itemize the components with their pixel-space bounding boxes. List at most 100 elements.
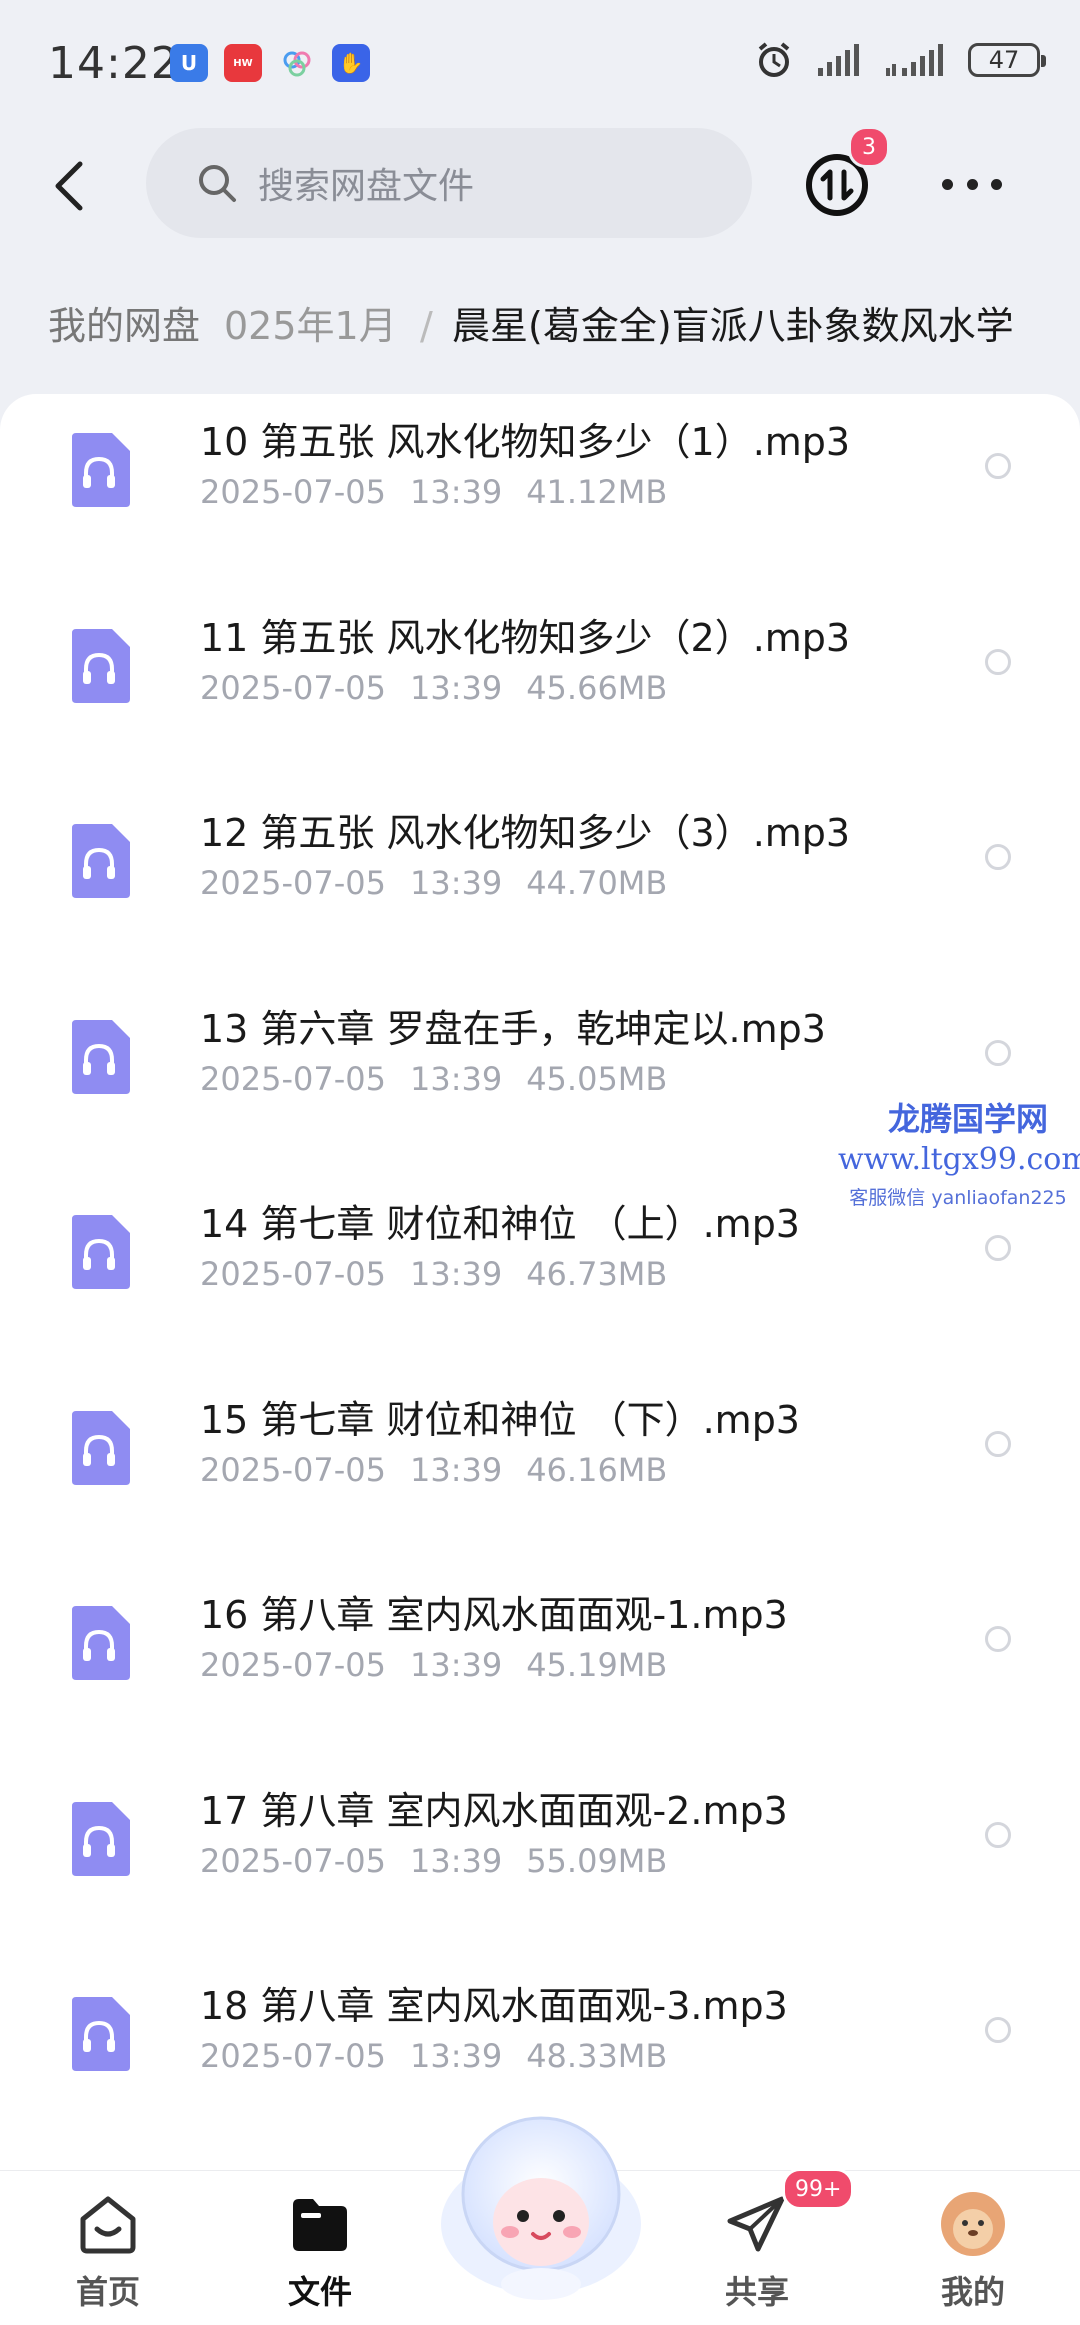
file-row[interactable]: 14 第七章 财位和神位 （上）.mp3 2025-07-05 13:39 46.73… — [0, 1131, 1080, 1326]
file-size: 55.09MB — [526, 1841, 668, 1880]
file-name: 10 第五张 风水化物知多少（1）.mp3 — [200, 420, 851, 464]
file-meta: 2025-07-05 13:39 45.66MB — [200, 669, 667, 707]
file-time: 13:39 — [409, 1059, 503, 1098]
hand-notification-icon: ✋ — [332, 44, 370, 82]
file-meta: 2025-07-05 13:39 46.16MB — [200, 1451, 667, 1489]
file-row[interactable]: 17 第八章 室内风水面面观-2.mp3 2025-07-05 13:39 55.09… — [0, 1718, 1080, 1913]
select-radio[interactable] — [985, 1821, 1011, 1848]
audio-file-icon — [72, 1410, 130, 1485]
file-size: 46.73MB — [526, 1255, 668, 1293]
header: 搜索网盘文件 3 — [0, 126, 1080, 246]
file-meta: 2025-07-05 13:39 45.05MB — [200, 1060, 667, 1098]
status-time: 14:22 — [48, 38, 180, 89]
file-time: 13:39 — [409, 1841, 503, 1880]
file-time: 13:39 — [409, 1255, 503, 1293]
home-icon — [80, 2196, 136, 2254]
more-options-icon[interactable] — [942, 172, 1002, 196]
audio-file-icon — [72, 1801, 130, 1876]
audio-file-icon — [72, 1215, 130, 1289]
audio-file-icon — [72, 628, 130, 703]
nav-files[interactable]: 文件 — [260, 2189, 380, 2313]
file-row[interactable]: 15 第七章 财位和神位 （下）.mp3 2025-07-05 13:39 46.16… — [0, 1327, 1080, 1522]
audio-file-icon — [72, 1019, 130, 1094]
search-placeholder: 搜索网盘文件 — [258, 166, 475, 207]
audio-file-icon — [72, 824, 130, 898]
file-size: 45.19MB — [526, 1646, 668, 1684]
audio-file-icon — [72, 1606, 130, 1680]
select-radio[interactable] — [985, 1626, 1011, 1652]
file-name: 15 第七章 财位和神位 （下）.mp3 — [200, 1397, 800, 1442]
file-row[interactable]: 12 第五张 风水化物知多少（3）.mp3 2025-07-05 13:39 44.7… — [0, 740, 1080, 935]
avatar — [941, 2192, 1005, 2256]
nav-home[interactable]: 首页 — [48, 2189, 168, 2313]
select-radio[interactable] — [985, 1235, 1011, 1261]
breadcrumb-current: 晨星(葛金全)盲派八卦象数风水学 — [452, 304, 1014, 348]
audio-file-icon — [72, 433, 130, 507]
file-meta: 2025-07-05 13:39 55.09MB — [200, 1842, 667, 1880]
select-radio[interactable] — [985, 1039, 1011, 1066]
file-size: 45.66MB — [526, 668, 668, 707]
file-row[interactable]: 11 第五张 风水化物知多少（2）.mp3 2025-07-05 13:39 45.6… — [0, 545, 1080, 740]
select-radio[interactable] — [985, 648, 1011, 675]
share-count-badge: 99+ — [782, 2168, 855, 2210]
breadcrumb-middle[interactable]: 025年1月 — [224, 296, 397, 356]
huawei-notification-icon: HW — [224, 44, 262, 82]
nav-mine[interactable]: 我的 — [913, 2189, 1033, 2313]
file-meta: 2025-07-05 13:39 46.73MB — [200, 1255, 667, 1293]
file-row[interactable]: 18 第八章 室内风水面面观-3.mp3 2025-07-05 13:39 48.33… — [0, 1913, 1080, 2108]
breadcrumb-separator: / — [420, 304, 433, 348]
file-name: 13 第六章 罗盘在手，乾坤定以.mp3 — [200, 1006, 826, 1051]
paper-plane-icon — [727, 2196, 785, 2252]
cloud-notification-icon — [278, 44, 316, 82]
back-arrow-icon[interactable] — [40, 154, 104, 218]
select-radio[interactable] — [985, 2017, 1011, 2043]
file-name: 17 第八章 室内风水面面观-2.mp3 — [200, 1788, 788, 1833]
file-date: 2025-07-05 — [200, 2037, 386, 2075]
nav-files-label: 文件 — [287, 2273, 352, 2311]
file-row[interactable]: 13 第六章 罗盘在手，乾坤定以.mp3 2025-07-05 13:39 45.05… — [0, 936, 1080, 1131]
file-date: 2025-07-05 — [200, 1059, 386, 1098]
search-icon — [199, 165, 236, 202]
file-meta: 2025-07-05 13:39 44.70MB — [200, 864, 667, 902]
file-list: 10 第五张 风水化物知多少（1）.mp3 2025-07-05 13:39 41.1… — [0, 394, 1080, 2170]
file-date: 2025-07-05 — [200, 1841, 386, 1880]
select-radio[interactable] — [985, 453, 1011, 479]
file-time: 13:39 — [409, 473, 503, 511]
nav-home-label: 首页 — [75, 2273, 140, 2311]
app-notification-icon: U — [170, 44, 208, 82]
notification-icons: U HW ✋ — [170, 44, 370, 82]
file-time: 13:39 — [409, 864, 503, 902]
file-meta: 2025-07-05 13:39 41.12MB — [200, 473, 667, 511]
select-radio[interactable] — [985, 1430, 1011, 1457]
file-size: 48.33MB — [526, 2037, 668, 2075]
file-meta: 2025-07-05 13:39 48.33MB — [200, 2037, 667, 2075]
alarm-icon — [758, 42, 790, 77]
file-time: 13:39 — [409, 668, 503, 707]
file-date: 2025-07-05 — [200, 1450, 386, 1489]
status-bar: 14:22 U HW ✋ 47 — [0, 0, 1080, 120]
file-date: 2025-07-05 — [200, 1646, 386, 1684]
file-name: 18 第八章 室内风水面面观-3.mp3 — [200, 1984, 788, 2028]
file-row[interactable]: 10 第五张 风水化物知多少（1）.mp3 2025-07-05 13:39 41.1… — [0, 394, 1080, 544]
mascot-assistant-icon[interactable] — [438, 2104, 644, 2304]
breadcrumb-root[interactable]: 我的网盘 — [26, 296, 223, 356]
file-date: 2025-07-05 — [200, 668, 386, 707]
folder-icon — [293, 2199, 347, 2251]
file-size: 45.05MB — [526, 1059, 668, 1098]
file-meta: 2025-07-05 13:39 45.19MB — [200, 1646, 667, 1684]
file-size: 41.12MB — [526, 473, 668, 511]
file-time: 13:39 — [409, 1450, 503, 1489]
nav-share-label: 共享 — [724, 2273, 789, 2311]
file-row[interactable]: 16 第八章 室内风水面面观-1.mp3 2025-07-05 13:39 45.19… — [0, 1522, 1080, 1717]
file-name: 11 第五张 风水化物知多少（2）.mp3 — [200, 615, 851, 660]
search-input[interactable]: 搜索网盘文件 — [146, 128, 752, 238]
audio-file-icon — [72, 1997, 130, 2071]
file-name: 14 第七章 财位和神位 （上）.mp3 — [200, 1202, 800, 1246]
file-date: 2025-07-05 — [200, 473, 386, 511]
breadcrumb: 我的网盘 025年1月 / 晨星(葛金全)盲派八卦象数风水学 — [0, 296, 1080, 360]
file-time: 13:39 — [409, 2037, 503, 2075]
file-name: 12 第五张 风水化物知多少（3）.mp3 — [200, 811, 851, 855]
select-radio[interactable] — [985, 844, 1011, 870]
nav-mine-label: 我的 — [940, 2273, 1005, 2311]
signal-icon-2 — [886, 44, 943, 76]
